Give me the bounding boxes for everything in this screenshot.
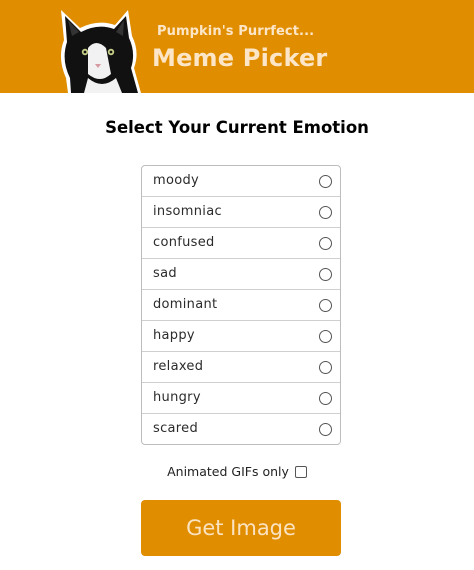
emotion-radio-button[interactable] bbox=[319, 361, 332, 374]
emotion-option-relaxed[interactable]: relaxed bbox=[142, 351, 340, 382]
emotion-option-scared[interactable]: scared bbox=[142, 413, 340, 444]
emotion-option-label: hungry bbox=[153, 390, 201, 405]
emotion-option-label: happy bbox=[153, 328, 195, 343]
gif-option-row[interactable]: Animated GIFs only bbox=[0, 463, 474, 479]
gif-only-checkbox[interactable] bbox=[294, 465, 307, 478]
emotion-radio-list: moody insomniac confused sad dominant happy re… bbox=[141, 165, 341, 445]
emotion-radio-button[interactable] bbox=[319, 268, 332, 281]
header: Pumpkin's Purrfect... Meme Picker bbox=[0, 0, 474, 93]
header-subtitle: Pumpkin's Purrfect... bbox=[157, 24, 315, 39]
emotion-radio-button[interactable] bbox=[319, 299, 332, 312]
emotion-option-label: dominant bbox=[153, 297, 218, 312]
emotion-option-label: relaxed bbox=[153, 359, 204, 374]
emotion-option-label: scared bbox=[153, 421, 198, 436]
emotion-radio-button[interactable] bbox=[319, 423, 332, 436]
emotion-option-happy[interactable]: happy bbox=[142, 320, 340, 351]
header-title: Meme Picker bbox=[152, 44, 328, 72]
emotion-radio-button[interactable] bbox=[319, 330, 332, 343]
cat-photo-icon bbox=[60, 10, 141, 93]
emotion-option-label: insomniac bbox=[153, 204, 222, 219]
emotion-radio-button[interactable] bbox=[319, 175, 332, 188]
emotion-option-label: sad bbox=[153, 266, 177, 281]
emotion-option-label: moody bbox=[153, 173, 200, 188]
get-image-button[interactable]: Get Image bbox=[141, 500, 341, 556]
emotion-option-hungry[interactable]: hungry bbox=[142, 382, 340, 413]
emotion-radio-button[interactable] bbox=[319, 206, 332, 219]
emotion-option-insomniac[interactable]: insomniac bbox=[142, 196, 340, 227]
emotion-option-label: confused bbox=[153, 235, 215, 250]
emotion-option-sad[interactable]: sad bbox=[142, 258, 340, 289]
gif-option-label: Animated GIFs only bbox=[167, 464, 289, 479]
page-heading: Select Your Current Emotion bbox=[105, 118, 369, 137]
emotion-option-moody[interactable]: moody bbox=[142, 166, 340, 196]
emotion-radio-button[interactable] bbox=[319, 237, 332, 250]
emotion-option-confused[interactable]: confused bbox=[142, 227, 340, 258]
emotion-option-dominant[interactable]: dominant bbox=[142, 289, 340, 320]
emotion-radio-button[interactable] bbox=[319, 392, 332, 405]
